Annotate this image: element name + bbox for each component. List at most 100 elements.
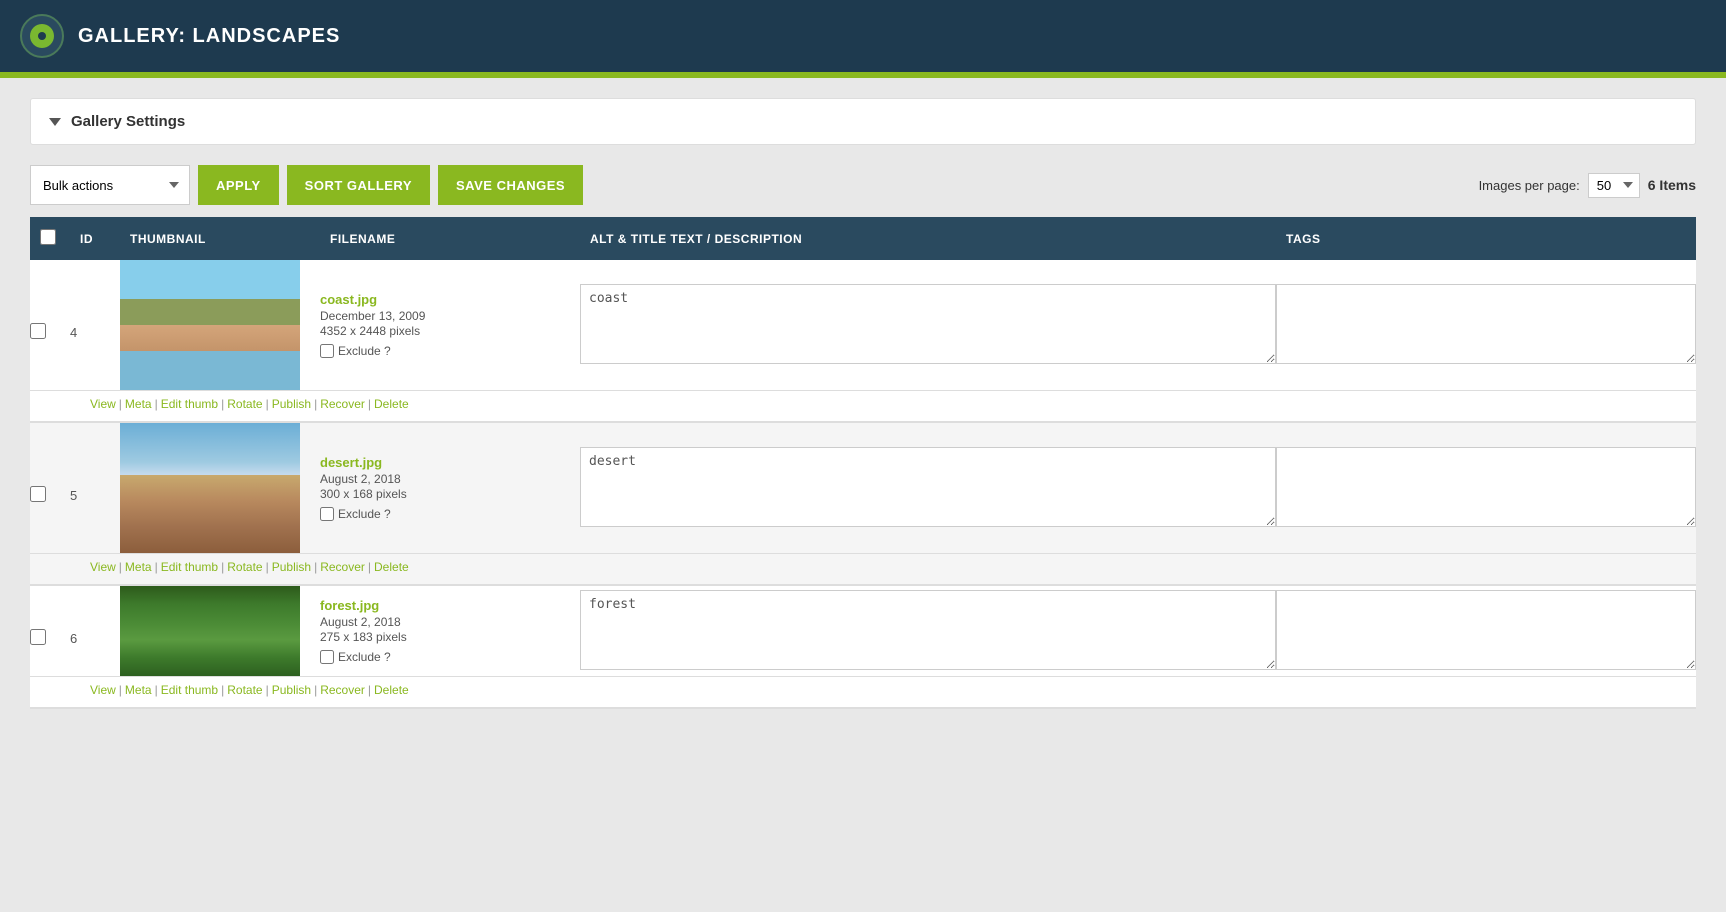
action-publish-link[interactable]: Publish: [272, 397, 311, 411]
app-header: GALLERY: LANDSCAPES: [0, 0, 1726, 72]
row-id: 6: [70, 585, 120, 677]
action-meta-link[interactable]: Meta: [125, 560, 152, 574]
row-thumbnail: [120, 422, 320, 554]
desert-thumbnail-image: [120, 423, 300, 553]
row-tags-cell: [1276, 422, 1696, 554]
row-alt-cell: [580, 422, 1276, 554]
row-checkbox[interactable]: [30, 629, 46, 645]
sort-gallery-button[interactable]: SORT GALLERY: [287, 165, 430, 205]
bulk-actions-select[interactable]: Bulk actions Delete selected Exclude sel…: [30, 165, 190, 205]
action-separator: |: [119, 560, 122, 574]
coast-thumbnail-image: [120, 260, 300, 390]
tags-input[interactable]: [1276, 447, 1696, 527]
save-changes-button[interactable]: SAVE CHANGES: [438, 165, 583, 205]
table-row: 4coast.jpgDecember 13, 20094352 x 2448 p…: [30, 260, 1696, 391]
page-title: GALLERY: LANDSCAPES: [78, 25, 340, 48]
action-separator: |: [155, 683, 158, 697]
action-publish-link[interactable]: Publish: [272, 560, 311, 574]
action-meta-link[interactable]: Meta: [125, 683, 152, 697]
row-checkbox[interactable]: [30, 486, 46, 502]
row-filename-cell: desert.jpgAugust 2, 2018300 x 168 pixels…: [320, 422, 580, 554]
action-recover-link[interactable]: Recover: [320, 397, 365, 411]
action-separator: |: [266, 683, 269, 697]
action-publish-link[interactable]: Publish: [272, 683, 311, 697]
row-thumbnail: [120, 260, 320, 391]
app-logo: [20, 14, 64, 58]
exclude-checkbox[interactable]: [320, 650, 334, 664]
row-alt-cell: [580, 585, 1276, 677]
main-content: Gallery Settings Bulk actions Delete sel…: [0, 78, 1726, 912]
exclude-label[interactable]: Exclude ?: [320, 650, 580, 664]
filename-link[interactable]: desert.jpg: [320, 455, 382, 470]
row-tags-cell: [1276, 260, 1696, 391]
action-delete-link[interactable]: Delete: [374, 683, 409, 697]
row-filename-cell: coast.jpg December 13, 20094352 x 2448 pi…: [320, 260, 580, 391]
action-separator: |: [266, 560, 269, 574]
action-separator: |: [155, 397, 158, 411]
action-delete-link[interactable]: Delete: [374, 560, 409, 574]
action-separator: |: [221, 397, 224, 411]
gallery-settings-toggle[interactable]: Gallery Settings: [31, 99, 1695, 144]
row-thumbnail: [120, 585, 320, 677]
toolbar-right: Images per page: 25 50 100 6 Items: [1479, 173, 1696, 198]
action-edit-thumb-link[interactable]: Edit thumb: [161, 683, 218, 697]
table-header-row: ID THUMBNAIL FILENAME ALT & TITLE TEXT /…: [30, 217, 1696, 260]
action-separator: |: [155, 560, 158, 574]
exclude-checkbox[interactable]: [320, 507, 334, 521]
action-view-link[interactable]: View: [90, 683, 116, 697]
alt-text-input[interactable]: [580, 590, 1276, 670]
filename-link[interactable]: forest.jpg: [320, 598, 379, 613]
action-separator: |: [119, 683, 122, 697]
action-edit-thumb-link[interactable]: Edit thumb: [161, 397, 218, 411]
row-actions-row: View|Meta|Edit thumb|Rotate|Publish|Reco…: [30, 391, 1696, 423]
action-separator: |: [221, 683, 224, 697]
action-separator: |: [314, 683, 317, 697]
action-separator: |: [119, 397, 122, 411]
header-thumbnail: THUMBNAIL: [120, 217, 320, 260]
action-recover-link[interactable]: Recover: [320, 560, 365, 574]
filename-link[interactable]: coast.jpg: [320, 292, 377, 307]
exclude-label[interactable]: Exclude ?: [320, 507, 580, 521]
header-check-cell: [30, 217, 70, 260]
header-id: ID: [70, 217, 120, 260]
logo-inner: [30, 24, 54, 48]
row-alt-cell: [580, 260, 1276, 391]
action-rotate-link[interactable]: Rotate: [227, 397, 262, 411]
action-delete-link[interactable]: Delete: [374, 397, 409, 411]
tags-input[interactable]: [1276, 590, 1696, 670]
forest-thumbnail-image: [120, 586, 300, 676]
toolbar: Bulk actions Delete selected Exclude sel…: [30, 165, 1696, 205]
gallery-table: ID THUMBNAIL FILENAME ALT & TITLE TEXT /…: [30, 217, 1696, 709]
apply-button[interactable]: APPLY: [198, 165, 279, 205]
images-per-page-label: Images per page:: [1479, 178, 1580, 193]
action-separator: |: [368, 397, 371, 411]
row-checkbox[interactable]: [30, 323, 46, 339]
gallery-settings-panel: Gallery Settings: [30, 98, 1696, 145]
header-tags: TAGS: [1276, 217, 1696, 260]
exclude-text: Exclude ?: [338, 507, 391, 521]
action-meta-link[interactable]: Meta: [125, 397, 152, 411]
file-dimensions: 275 x 183 pixels: [320, 630, 580, 644]
row-actions-row: View|Meta|Edit thumb|Rotate|Publish|Reco…: [30, 677, 1696, 709]
action-view-link[interactable]: View: [90, 397, 116, 411]
exclude-checkbox[interactable]: [320, 344, 334, 358]
action-edit-thumb-link[interactable]: Edit thumb: [161, 560, 218, 574]
file-dimensions: 4352 x 2448 pixels: [320, 324, 580, 338]
action-rotate-link[interactable]: Rotate: [227, 560, 262, 574]
file-date: December 13, 2009: [320, 309, 580, 323]
row-actions-row: View|Meta|Edit thumb|Rotate|Publish|Reco…: [30, 554, 1696, 586]
action-view-link[interactable]: View: [90, 560, 116, 574]
action-recover-link[interactable]: Recover: [320, 683, 365, 697]
alt-text-input[interactable]: [580, 447, 1276, 527]
exclude-label[interactable]: Exclude ?: [320, 344, 580, 358]
header-filename: FILENAME: [320, 217, 580, 260]
action-rotate-link[interactable]: Rotate: [227, 683, 262, 697]
row-actions-cell: View|Meta|Edit thumb|Rotate|Publish|Reco…: [30, 677, 1696, 709]
tags-input[interactable]: [1276, 284, 1696, 364]
action-separator: |: [368, 560, 371, 574]
action-separator: |: [314, 397, 317, 411]
alt-text-input[interactable]: [580, 284, 1276, 364]
per-page-select[interactable]: 25 50 100: [1588, 173, 1640, 198]
select-all-checkbox[interactable]: [40, 229, 56, 245]
collapse-icon: [49, 118, 61, 126]
